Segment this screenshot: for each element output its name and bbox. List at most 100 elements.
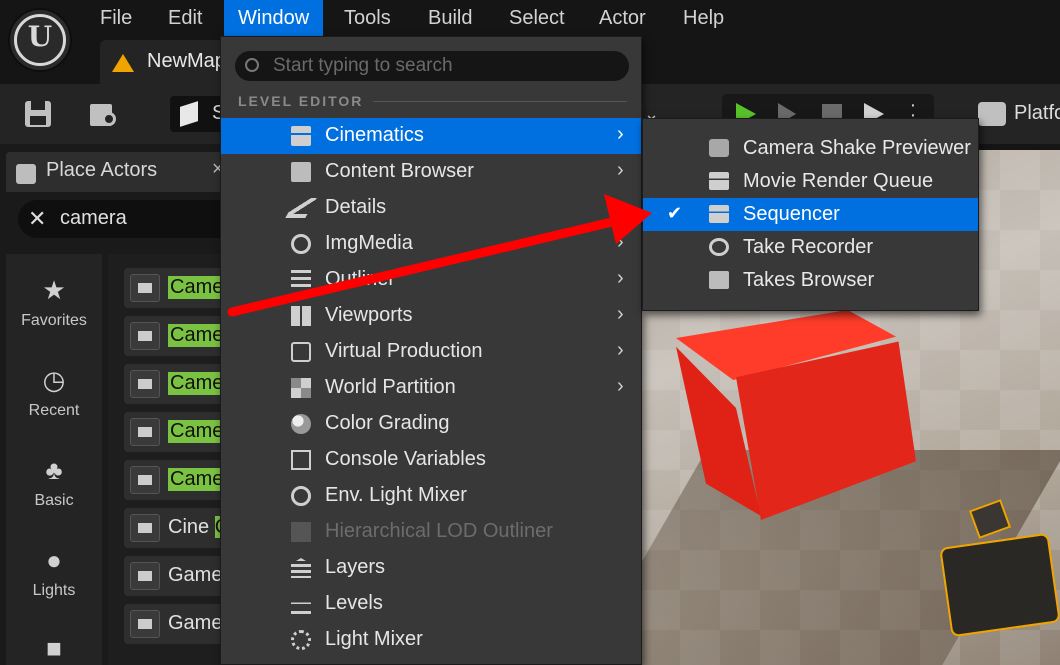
menu-item-world-partition[interactable]: World Partition › (221, 370, 641, 406)
menu-item-label: Layers (325, 556, 386, 578)
camera-crane-icon (130, 370, 160, 398)
submenu-item-label: Takes Browser (743, 269, 875, 291)
list-item[interactable]: Cine C (124, 508, 235, 548)
menu-help[interactable]: Help (669, 0, 738, 36)
section-divider (373, 101, 627, 102)
menu-item-label: Env. Light Mixer (325, 484, 467, 506)
place-actors-title: Place Actors (46, 159, 158, 181)
list-item[interactable]: Came (124, 412, 235, 452)
category-recent[interactable]: ◷ Recent (6, 366, 102, 420)
category-lights[interactable]: ● Lights (6, 546, 102, 600)
world-grid-icon (291, 378, 311, 398)
camera-icon (709, 139, 729, 157)
submenu-item-sequencer[interactable]: ✔ Sequencer (643, 198, 978, 231)
cinematics-submenu: Camera Shake Previewer Movie Render Queu… (642, 118, 979, 311)
category-more[interactable]: ■ (6, 634, 102, 662)
menu-item-label: Console Variables (325, 448, 486, 470)
actor-name: Came (168, 276, 226, 299)
browse-folder-icon[interactable] (88, 98, 120, 130)
menu-edit[interactable]: Edit (154, 0, 216, 36)
menu-item-content-browser[interactable]: Content Browser › (221, 154, 641, 190)
list-item[interactable]: Came (124, 460, 235, 500)
lightbulb-icon: ● (46, 545, 62, 575)
menu-item-virtual-production[interactable]: Virtual Production › (221, 334, 641, 370)
list-item[interactable]: Came (124, 268, 235, 308)
folder-search-icon (291, 162, 311, 182)
section-header: LEVEL EDITOR (238, 93, 364, 109)
menu-search-input[interactable] (273, 53, 613, 79)
submenu-item-label: Movie Render Queue (743, 170, 934, 192)
platforms-label: Platfo (1014, 102, 1060, 124)
category-basic[interactable]: ♣ Basic (6, 456, 102, 510)
clear-search-icon[interactable]: ✕ (28, 206, 46, 232)
menu-item-label: Color Grading (325, 412, 450, 434)
category-column: ★ Favorites ◷ Recent ♣ Basic ● Lights ■ (6, 254, 102, 665)
list-item[interactable]: Came (124, 316, 235, 356)
cube-icon: ■ (46, 633, 62, 663)
chevron-right-icon: › (617, 267, 624, 289)
person-frame-icon (291, 342, 311, 362)
menu-item-color-grading[interactable]: Color Grading (221, 406, 641, 442)
menu-item-cinematics[interactable]: Cinematics › (221, 118, 641, 154)
level-tab[interactable]: NewMap (100, 40, 230, 84)
menu-actor[interactable]: Actor (585, 0, 660, 36)
actor-name: Came (168, 468, 226, 491)
menu-window[interactable]: Window (224, 0, 324, 36)
menu-item-outliner[interactable]: Outliner › (221, 262, 641, 298)
actor-name: Game (168, 564, 223, 586)
camera-icon (130, 274, 160, 302)
category-favorites[interactable]: ★ Favorites (6, 276, 102, 330)
pencil-icon (285, 198, 317, 218)
actor-name-rest: Cine (168, 516, 215, 538)
submenu-item-movie-render-queue[interactable]: Movie Render Queue (643, 165, 978, 198)
category-label: Recent (28, 402, 80, 419)
menu-item-light-mixer[interactable]: Light Mixer (221, 622, 641, 658)
menu-search-field[interactable] (235, 51, 629, 81)
menu-item-details[interactable]: Details › (221, 190, 641, 226)
color-wheel-icon (291, 414, 311, 434)
menu-file[interactable]: File (86, 0, 146, 36)
menu-item-label: Virtual Production (325, 340, 483, 362)
lod-icon (291, 522, 311, 542)
submenu-item-takes-browser[interactable]: Takes Browser (643, 264, 978, 297)
menu-item-console-variables[interactable]: Console Variables (221, 442, 641, 478)
unreal-logo-icon[interactable]: U (8, 8, 72, 72)
sun-icon (291, 630, 311, 650)
menu-item-env-light-mixer[interactable]: Env. Light Mixer (221, 478, 641, 514)
actor-name: Came (168, 372, 226, 395)
submenu-item-take-recorder[interactable]: Take Recorder (643, 231, 978, 264)
actor-name: Came (168, 420, 226, 443)
gamepad-icon (978, 102, 1006, 126)
chevron-right-icon: › (617, 375, 624, 397)
grid-icon (291, 306, 311, 326)
chevron-right-icon: › (617, 231, 624, 253)
warning-icon (112, 54, 134, 72)
star-icon: ★ (42, 275, 66, 305)
place-actors-header: Place Actors × (6, 152, 235, 192)
camera-actor[interactable] (925, 499, 1060, 640)
camera-monitor (968, 499, 1012, 539)
submenu-item-label: Take Recorder (743, 236, 874, 258)
menu-item-label: World Partition (325, 376, 456, 398)
chevron-right-icon: › (617, 159, 624, 181)
list-item[interactable]: Game (124, 556, 235, 596)
menu-item-imgmedia[interactable]: ImgMedia › (221, 226, 641, 262)
film-reel-icon (291, 234, 311, 254)
clock-icon: ◷ (42, 365, 66, 395)
menu-build[interactable]: Build (414, 0, 486, 36)
menu-select[interactable]: Select (495, 0, 579, 36)
save-icon[interactable] (22, 98, 54, 130)
menu-item-layers[interactable]: Layers (221, 550, 641, 586)
actor-search-input[interactable]: ✕ camera (18, 200, 235, 238)
submenu-item-camera-shake-previewer[interactable]: Camera Shake Previewer (643, 132, 978, 165)
menu-item-levels[interactable]: Levels (221, 586, 641, 622)
menu-item-viewports[interactable]: Viewports › (221, 298, 641, 334)
folder-search-icon (709, 271, 729, 289)
camera-rig-icon (130, 418, 160, 446)
list-item[interactable]: Came (124, 364, 235, 404)
chevron-right-icon: › (617, 195, 624, 217)
menu-tools[interactable]: Tools (330, 0, 405, 36)
film-reel-icon (709, 238, 729, 256)
list-item[interactable]: Game (124, 604, 235, 644)
menu-item-label: ImgMedia (325, 232, 413, 254)
